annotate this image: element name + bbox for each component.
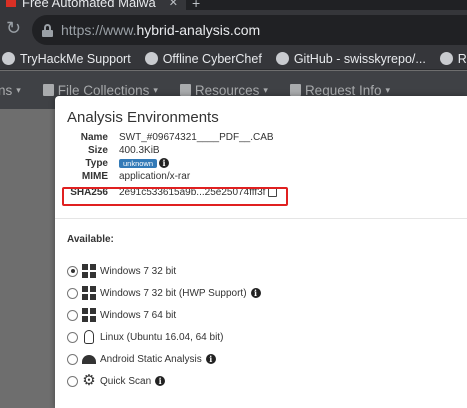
environment-radio[interactable] bbox=[67, 353, 78, 365]
lock-icon bbox=[42, 23, 53, 37]
chevron-down-icon: ▾ bbox=[263, 84, 268, 95]
nav-item-0[interactable]: ns ▾ bbox=[0, 83, 21, 98]
bookmark-item[interactable]: GitHub - swisskyrepo/... bbox=[275, 51, 426, 66]
environment-label: Quick Scan bbox=[100, 375, 152, 387]
modal-title: Analysis Environments bbox=[67, 109, 219, 126]
meta-key-type: Type bbox=[85, 158, 108, 169]
question-icon bbox=[289, 84, 301, 96]
meta-val-mime: application/x-rar bbox=[119, 171, 191, 182]
linux-icon bbox=[84, 330, 94, 344]
nav-item-label: ns bbox=[0, 82, 13, 98]
environment-radio[interactable] bbox=[67, 331, 78, 343]
bookmark-label: Reverse Sh bbox=[457, 51, 467, 66]
environment-option[interactable]: Linux (Ubuntu 16.04, 64 bit) bbox=[67, 326, 261, 348]
chevron-down-icon: ▾ bbox=[153, 84, 158, 95]
chevron-down-icon: ▾ bbox=[385, 84, 391, 95]
gear-icon: ⚙ bbox=[82, 372, 96, 389]
environment-option[interactable]: Windows 7 64 bit bbox=[67, 304, 261, 326]
url-text: https://www.hybrid-analysis.com bbox=[61, 22, 261, 38]
environment-option[interactable]: Android Static Analysis i bbox=[67, 348, 261, 370]
environment-label: Windows 7 32 bit bbox=[100, 265, 177, 277]
analysis-environments-modal: Analysis Environments Name SWT_#09674321… bbox=[55, 96, 467, 408]
android-icon bbox=[82, 354, 96, 364]
environment-option[interactable]: Windows 7 32 bit bbox=[67, 260, 261, 282]
divider bbox=[55, 218, 467, 219]
address-field[interactable]: https://www.hybrid-analysis.com bbox=[32, 15, 467, 45]
type-badge: unknown bbox=[119, 158, 158, 168]
meta-key-name: Name bbox=[80, 132, 108, 143]
bookmark-item[interactable]: Reverse Sh bbox=[439, 51, 467, 66]
environment-label: Linux (Ubuntu 16.04, 64 bit) bbox=[100, 331, 224, 343]
info-icon[interactable]: i bbox=[205, 354, 216, 364]
environment-radio[interactable] bbox=[67, 375, 78, 387]
bookmarks-bar: TryHackMe Support Offline CyberChef GitHub… bbox=[0, 48, 467, 70]
new-tab-button[interactable]: + bbox=[192, 0, 200, 10]
bookmark-label: GitHub - swisskyrepo/... bbox=[293, 51, 426, 66]
sha256-highlight-box bbox=[62, 187, 288, 206]
info-icon[interactable]: i bbox=[159, 158, 170, 169]
environment-option[interactable]: ⚙ Quick Scan i bbox=[67, 370, 261, 392]
tab-close-icon[interactable]: ✕ bbox=[169, 0, 178, 9]
globe-icon bbox=[439, 52, 453, 65]
folder-icon bbox=[179, 84, 191, 96]
environment-label: Windows 7 32 bit (HWP Support) bbox=[100, 287, 247, 299]
bookmark-item[interactable]: Offline CyberChef bbox=[144, 51, 262, 66]
meta-key-mime: MIME bbox=[81, 171, 108, 182]
browser-tab[interactable]: Free Automated Malwa ✕ bbox=[0, 0, 186, 10]
file-icon bbox=[42, 84, 54, 96]
available-label: Available: bbox=[67, 234, 114, 245]
info-icon[interactable]: i bbox=[155, 376, 166, 386]
environment-label: Android Static Analysis bbox=[100, 353, 202, 365]
environment-option[interactable]: Windows 7 32 bit (HWP Support) i bbox=[67, 282, 261, 304]
address-bar-row: ↻ https://www.hybrid-analysis.com bbox=[0, 10, 467, 48]
meta-val-size: 400.3KiB bbox=[119, 145, 160, 156]
windows-icon bbox=[82, 286, 96, 300]
reload-icon[interactable]: ↻ bbox=[6, 18, 21, 39]
info-icon[interactable]: i bbox=[250, 288, 261, 298]
browser-tab-strip: Free Automated Malwa ✕ + bbox=[0, 0, 467, 10]
globe-icon bbox=[2, 52, 15, 65]
bookmark-label: Offline CyberChef bbox=[162, 51, 262, 66]
environment-label: Windows 7 64 bit bbox=[100, 309, 177, 321]
windows-icon bbox=[82, 308, 96, 322]
bookmark-label: TryHackMe Support bbox=[20, 51, 131, 66]
chef-hat-icon bbox=[144, 52, 158, 65]
environment-radio[interactable] bbox=[67, 265, 78, 277]
chevron-down-icon: ▾ bbox=[16, 84, 21, 95]
page-background bbox=[0, 109, 55, 408]
meta-key-size: Size bbox=[87, 145, 108, 156]
tab-title: Free Automated Malwa bbox=[22, 0, 156, 10]
windows-icon bbox=[82, 264, 96, 278]
environment-radio[interactable] bbox=[67, 287, 78, 299]
site-favicon-icon bbox=[6, 0, 16, 7]
environment-list: Windows 7 32 bit Windows 7 32 bit (HWP Su… bbox=[67, 260, 261, 392]
meta-val-type: unknown i bbox=[119, 157, 170, 170]
bookmark-item[interactable]: TryHackMe Support bbox=[2, 52, 131, 66]
github-icon bbox=[275, 52, 289, 65]
meta-val-name: SWT_#09674321____PDF__.CAB bbox=[119, 132, 274, 143]
environment-radio[interactable] bbox=[67, 309, 78, 321]
